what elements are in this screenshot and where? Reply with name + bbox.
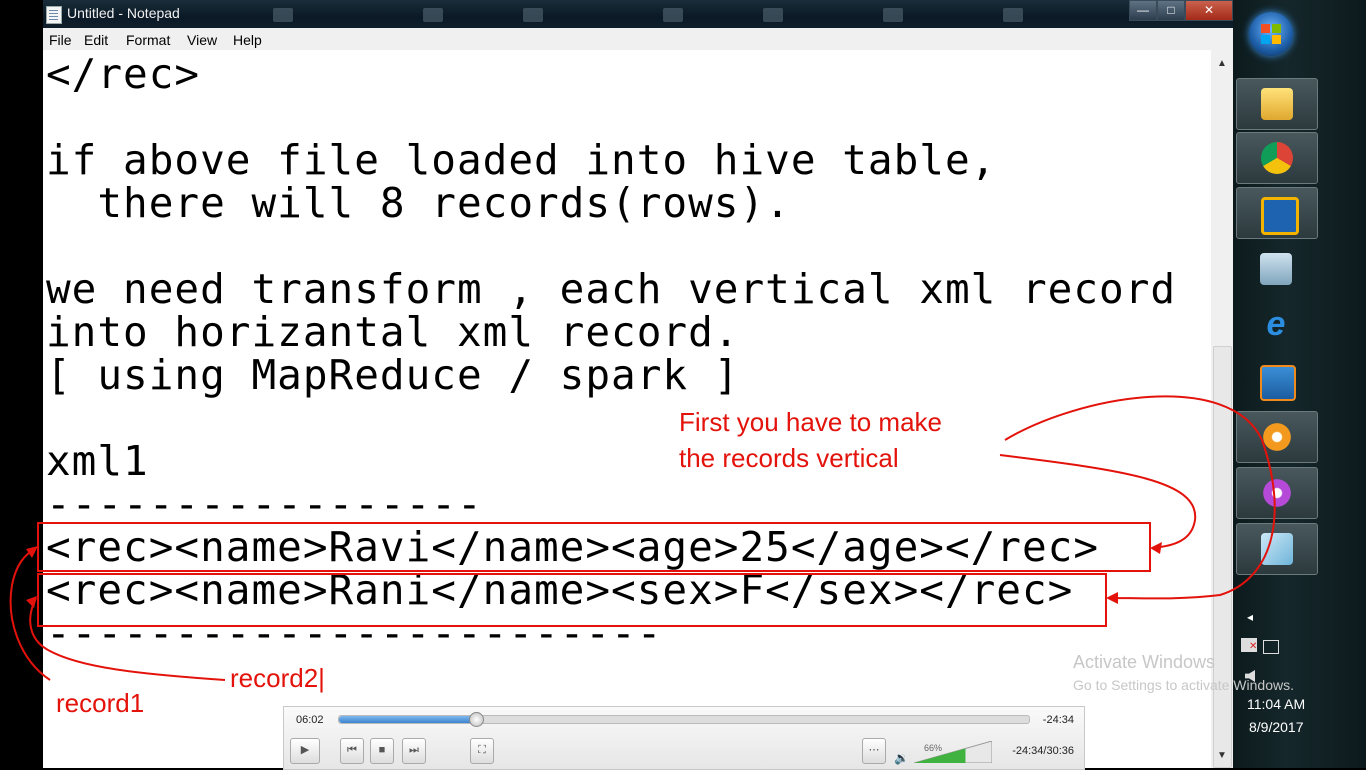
total-time: -24:34/30:36	[1012, 745, 1074, 757]
clock-date[interactable]: 8/9/2017	[1249, 719, 1304, 735]
menu-edit[interactable]: Edit	[84, 32, 108, 48]
annotation-note-line1: First you have to make	[679, 407, 942, 437]
title-bar[interactable]: Untitled - Notepad — □ ✕	[43, 0, 1233, 28]
clock-time[interactable]: 11:04 AM	[1247, 696, 1305, 712]
editor-line: </rec>	[46, 50, 201, 98]
windows-logo-icon	[1272, 24, 1281, 33]
activation-watermark: Activate Windows	[1073, 652, 1216, 672]
action-center-icon[interactable]	[1241, 638, 1257, 652]
taskbar-notepad[interactable]	[1236, 523, 1318, 575]
window-controls: — □ ✕	[1129, 0, 1233, 21]
taskbar-ghost-icon	[1003, 8, 1023, 22]
folder-icon	[1261, 88, 1293, 120]
scroll-up-icon[interactable]: ▲	[1217, 58, 1227, 69]
notepad-window: Untitled - Notepad — □ ✕ File Edit Forma…	[43, 0, 1233, 768]
editor-line: there will 8 records(rows).	[46, 179, 791, 227]
editor-line: into horizantal xml record.	[46, 308, 740, 356]
editor-line: [ using MapReduce / spark ]	[46, 351, 740, 399]
taskbar-virtualbox[interactable]	[1236, 187, 1318, 239]
playlist-button[interactable]: ⋯	[862, 738, 886, 764]
volume-percent: 66%	[924, 743, 943, 753]
left-black-strip	[0, 0, 43, 768]
virtualbox-icon	[1261, 197, 1299, 235]
flower-icon	[1261, 421, 1293, 453]
close-button[interactable]: ✕	[1185, 0, 1233, 21]
internet-explorer-icon: e	[1266, 305, 1286, 343]
annotation-record1-label: record1	[56, 688, 145, 718]
start-button[interactable]	[1249, 12, 1293, 56]
fullscreen-button[interactable]: ⛶	[470, 738, 494, 764]
remaining-time: -24:34	[1042, 714, 1074, 726]
media-player-controls: 06:02 -24:34 ▶ ⏮ ■ ⏭ ⛶ ⋯ 🔉 66% -24:34/30…	[283, 706, 1085, 770]
taskbar-ghost-icon	[523, 8, 543, 22]
menu-file[interactable]: File	[49, 32, 72, 48]
maximize-button[interactable]: □	[1157, 0, 1185, 21]
text-editor[interactable]: </rec> if above file loaded into hive ta…	[43, 50, 1211, 768]
taskbar-ghost-icon	[883, 8, 903, 22]
record2-highlight-box	[37, 573, 1107, 627]
activation-watermark-subtitle: Go to Settings to activate Windows.	[1073, 677, 1294, 693]
seek-progress	[339, 716, 475, 723]
scroll-thumb[interactable]	[1213, 346, 1232, 768]
editor-line: -----------------	[46, 480, 483, 528]
taskbar-ghost-icon	[273, 8, 293, 22]
speaker-icon[interactable]: 🔉	[894, 751, 909, 765]
minimize-button[interactable]: —	[1129, 0, 1157, 21]
menu-bar: File Edit Format View Help	[43, 28, 1233, 51]
taskbar-ghost-icon	[423, 8, 443, 22]
flower-icon	[1261, 477, 1293, 509]
seek-bar[interactable]	[338, 712, 1030, 727]
editor-line: xml1	[46, 437, 149, 485]
taskbar-media-player[interactable]	[1236, 356, 1316, 406]
menu-format[interactable]: Format	[126, 32, 170, 48]
record1-highlight-box	[37, 522, 1151, 572]
taskbar-chrome[interactable]	[1236, 132, 1318, 184]
window-title: Untitled - Notepad	[67, 5, 180, 21]
annotation-note-line2: the records vertical	[679, 443, 899, 473]
chrome-icon	[1261, 142, 1293, 174]
play-button[interactable]: ▶	[290, 738, 320, 764]
windows-logo-icon	[1272, 35, 1281, 44]
scroll-down-icon[interactable]: ▼	[1217, 750, 1227, 761]
seek-handle[interactable]	[468, 712, 484, 727]
previous-button[interactable]: ⏮	[340, 738, 364, 764]
media-player-icon	[1260, 365, 1296, 401]
notepad-icon	[1261, 533, 1293, 565]
taskbar-file-explorer[interactable]	[1236, 78, 1318, 130]
stop-button[interactable]: ■	[370, 738, 394, 764]
taskbar-ghost-icon	[663, 8, 683, 22]
taskbar-internet-explorer[interactable]: e	[1236, 300, 1316, 350]
windows-logo-icon	[1261, 35, 1270, 44]
taskbar-app-purple[interactable]	[1236, 467, 1318, 519]
image-viewer-icon	[1260, 253, 1292, 285]
elapsed-time: 06:02	[296, 714, 324, 726]
taskbar: e ◂ 11:04 AM 8/9/2017	[1233, 0, 1366, 768]
next-button[interactable]: ⏭	[402, 738, 426, 764]
windows-logo-icon	[1261, 24, 1270, 33]
editor-line: if above file loaded into hive table,	[46, 136, 997, 184]
network-icon[interactable]	[1263, 640, 1279, 654]
menu-view[interactable]: View	[187, 32, 217, 48]
taskbar-image-viewer[interactable]	[1236, 244, 1316, 294]
menu-help[interactable]: Help	[233, 32, 262, 48]
notepad-icon	[46, 6, 62, 24]
editor-line: we need transform , each vertical xml re…	[46, 265, 1177, 313]
taskbar-app-orange[interactable]	[1236, 411, 1318, 463]
taskbar-ghost-icon	[763, 8, 783, 22]
show-hidden-icons-icon[interactable]: ◂	[1247, 610, 1253, 624]
annotation-record2-label: record2|	[230, 663, 325, 693]
